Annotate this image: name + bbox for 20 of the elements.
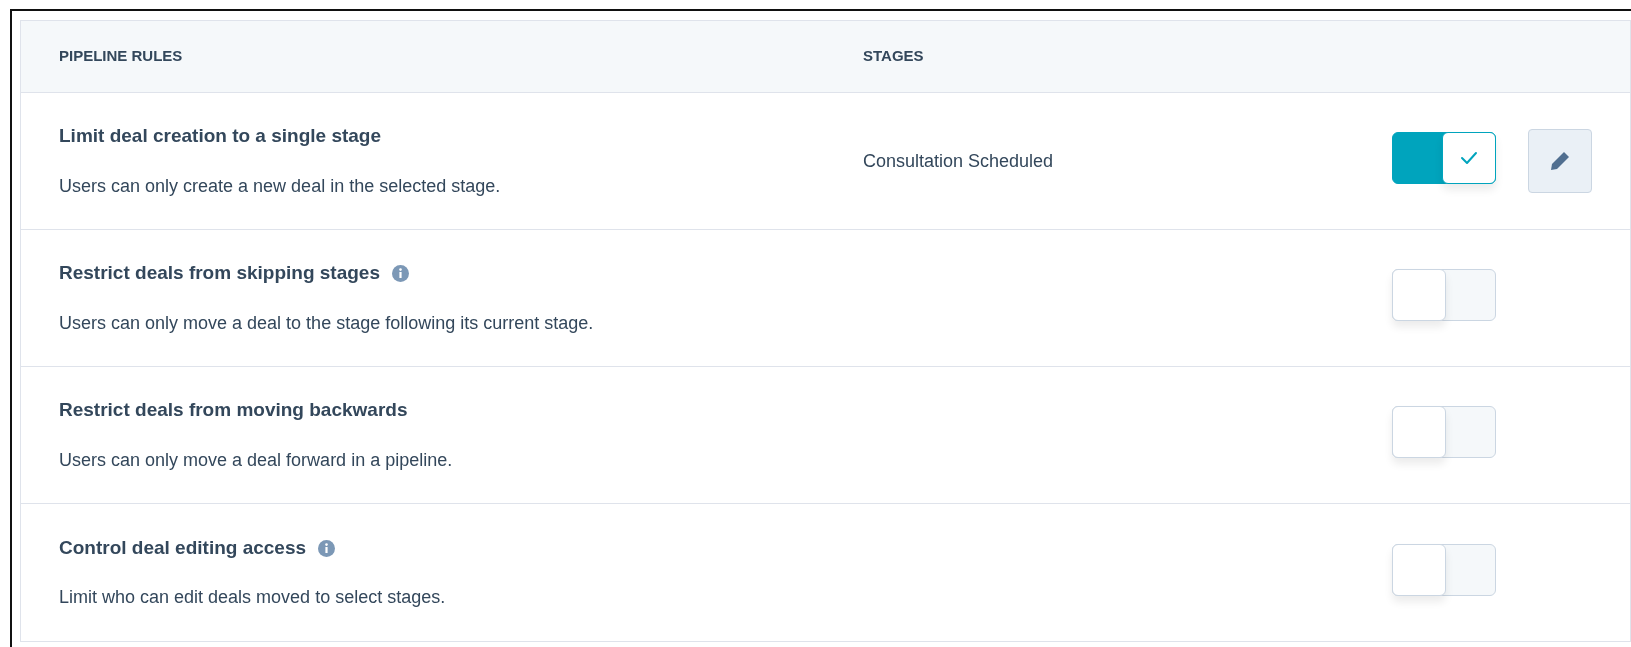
stage-name: Consultation Scheduled	[863, 150, 1054, 171]
column-header: STAGES	[863, 46, 924, 67]
rule-title: Restrict deals from moving backwards	[59, 398, 408, 423]
rule-description: Users can only create a new deal in the selected stage.	[59, 174, 502, 198]
toggle-switch[interactable]	[1392, 132, 1496, 184]
rule-title: Restrict deals from skipping stages	[59, 261, 380, 286]
info-icon[interactable]	[392, 265, 409, 282]
checkmark-icon	[1460, 151, 1478, 165]
toggle-switch[interactable]	[1392, 269, 1496, 321]
pencil-icon	[1549, 150, 1571, 172]
toggle-switch[interactable]	[1392, 543, 1496, 596]
rule-description: Users can only move a deal forward in a pipeline.	[59, 448, 454, 472]
rule-description: Limit who can edit deals moved to select stages.	[59, 586, 447, 610]
info-icon[interactable]	[318, 539, 336, 557]
rule-title: Control deal editing access	[59, 535, 307, 560]
column-header: PIPELINE RULES	[58, 46, 184, 67]
toggle-switch[interactable]	[1392, 406, 1496, 458]
rule-description: Users can only move a deal to the stage following its current stage.	[59, 311, 595, 335]
rule-title: Limit deal creation to a single stage	[59, 124, 382, 149]
edit-button[interactable]	[1528, 129, 1592, 193]
